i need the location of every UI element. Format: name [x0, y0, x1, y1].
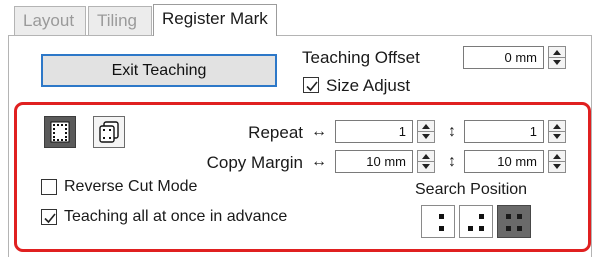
teaching-all-label: Teaching all at once in advance [64, 208, 288, 225]
dot [439, 214, 444, 219]
arrow-up-icon [422, 154, 430, 159]
checkmark-icon [306, 81, 318, 92]
teaching-offset-input[interactable]: 0 mm [463, 46, 544, 69]
search-position-three-points[interactable] [459, 205, 493, 238]
exit-teaching-button[interactable]: Exit Teaching [41, 54, 277, 87]
dot [506, 226, 511, 231]
copy-mode-button[interactable] [93, 116, 125, 148]
dot [439, 226, 444, 231]
search-position-two-points[interactable] [421, 205, 455, 238]
dot [468, 226, 473, 231]
spinner-down-button[interactable] [549, 58, 565, 68]
repeat-vertical-spinner[interactable] [548, 120, 566, 143]
spinner-down-button[interactable] [418, 162, 434, 172]
dot [517, 226, 522, 231]
dot [479, 226, 484, 231]
dot [506, 214, 511, 219]
repeat-vertical-input[interactable]: 1 [464, 120, 544, 143]
teaching-offset-label: Teaching Offset [302, 48, 420, 67]
spinner-up-button[interactable] [418, 151, 434, 162]
vertical-arrow-icon: ↕ [448, 123, 456, 140]
copy-margin-vertical-input[interactable]: 10 mm [464, 150, 544, 173]
tab-layout[interactable]: Layout [14, 6, 86, 35]
spinner-down-button[interactable] [549, 162, 565, 172]
copy-margin-horizontal-spinner[interactable] [417, 150, 435, 173]
spinner-up-button[interactable] [549, 121, 565, 132]
spinner-up-button[interactable] [418, 121, 434, 132]
size-adjust-label: Size Adjust [326, 76, 411, 95]
tab-register-mark[interactable]: Register Mark [153, 4, 277, 36]
arrow-up-icon [553, 154, 561, 159]
reverse-cut-mode-label: Reverse Cut Mode [64, 178, 198, 195]
copy-margin-vertical-spinner[interactable] [548, 150, 566, 173]
repeat-horizontal-input[interactable]: 1 [335, 120, 413, 143]
search-position-label: Search Position [415, 181, 528, 198]
copy-margin-label: Copy Margin [206, 153, 303, 172]
arrow-down-icon [553, 164, 561, 169]
arrow-down-icon [553, 60, 561, 65]
repeat-label: Repeat [248, 123, 303, 142]
search-position-four-points[interactable] [497, 205, 531, 238]
panel-border-right [591, 35, 592, 257]
spinner-down-button[interactable] [418, 132, 434, 142]
spinner-up-button[interactable] [549, 47, 565, 58]
dot [517, 214, 522, 219]
tab-tiling[interactable]: Tiling [88, 6, 152, 35]
repeat-horizontal-spinner[interactable] [417, 120, 435, 143]
dot [479, 214, 484, 219]
checkmark-icon [44, 213, 56, 224]
register-mark-grid-icon [50, 121, 70, 143]
arrow-down-icon [422, 164, 430, 169]
horizontal-arrow-icon: ↔ [311, 153, 327, 170]
panel-border-left [8, 35, 9, 257]
vertical-arrow-icon: ↕ [448, 153, 456, 170]
teaching-offset-spinner[interactable] [548, 46, 566, 69]
spinner-up-button[interactable] [549, 151, 565, 162]
size-adjust-checkbox[interactable] [303, 77, 319, 93]
teaching-all-checkbox[interactable] [41, 209, 57, 225]
arrow-up-icon [553, 50, 561, 55]
spinner-down-button[interactable] [549, 132, 565, 142]
arrow-down-icon [422, 134, 430, 139]
horizontal-arrow-icon: ↔ [311, 123, 327, 140]
register-mark-mode-button[interactable] [44, 116, 76, 148]
copy-pages-icon [99, 121, 119, 143]
reverse-cut-mode-checkbox[interactable] [41, 179, 57, 195]
tab-strip-divider [8, 35, 592, 36]
copy-margin-horizontal-input[interactable]: 10 mm [335, 150, 413, 173]
arrow-down-icon [553, 134, 561, 139]
arrow-up-icon [553, 124, 561, 129]
arrow-up-icon [422, 124, 430, 129]
